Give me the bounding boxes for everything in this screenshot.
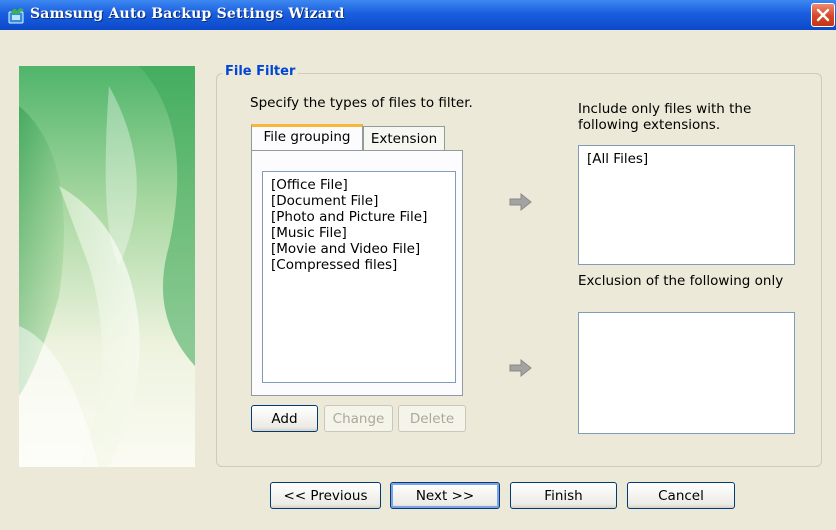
backup-app-icon — [8, 8, 24, 24]
add-button[interactable]: Add — [251, 405, 318, 432]
next-button[interactable]: Next >> — [390, 482, 500, 509]
finish-button[interactable]: Finish — [510, 482, 617, 509]
add-to-exclude-arrow-icon[interactable] — [509, 358, 533, 378]
change-button[interactable]: Change — [324, 405, 393, 432]
tab-extension[interactable]: Extension — [363, 126, 445, 150]
file-filter-title: File Filter — [222, 64, 299, 79]
list-item[interactable]: [Photo and Picture File] — [263, 209, 455, 225]
add-to-include-arrow-icon[interactable] — [509, 192, 533, 212]
instruction-label: Specify the types of files to filter. — [250, 95, 473, 111]
cancel-button[interactable]: Cancel — [627, 482, 735, 509]
exclude-label: Exclusion of the following only — [578, 273, 784, 289]
list-item[interactable]: [Office File] — [263, 177, 455, 193]
window-title: Samsung Auto Backup Settings Wizard — [30, 6, 345, 22]
wizard-window: Samsung Auto Backup Settings Wizard File… — [0, 0, 836, 530]
tab-file-grouping[interactable]: File grouping — [251, 124, 363, 150]
close-icon — [816, 8, 830, 22]
close-button[interactable] — [811, 3, 835, 27]
list-item[interactable]: [Document File] — [263, 193, 455, 209]
include-list[interactable]: [All Files] — [578, 145, 795, 265]
wizard-side-image — [19, 66, 195, 467]
file-group-list[interactable]: [Office File] [Document File] [Photo and… — [262, 171, 456, 383]
previous-button[interactable]: << Previous — [270, 482, 381, 509]
list-item[interactable]: [All Files] — [579, 151, 794, 167]
title-bar[interactable]: Samsung Auto Backup Settings Wizard — [0, 0, 836, 30]
list-item[interactable]: [Music File] — [263, 225, 455, 241]
list-item[interactable]: [Movie and Video File] — [263, 241, 455, 257]
list-item[interactable]: [Compressed files] — [263, 257, 455, 273]
include-label: Include only files with the following ex… — [578, 101, 752, 133]
delete-button[interactable]: Delete — [398, 405, 466, 432]
exclude-list[interactable] — [578, 312, 795, 434]
